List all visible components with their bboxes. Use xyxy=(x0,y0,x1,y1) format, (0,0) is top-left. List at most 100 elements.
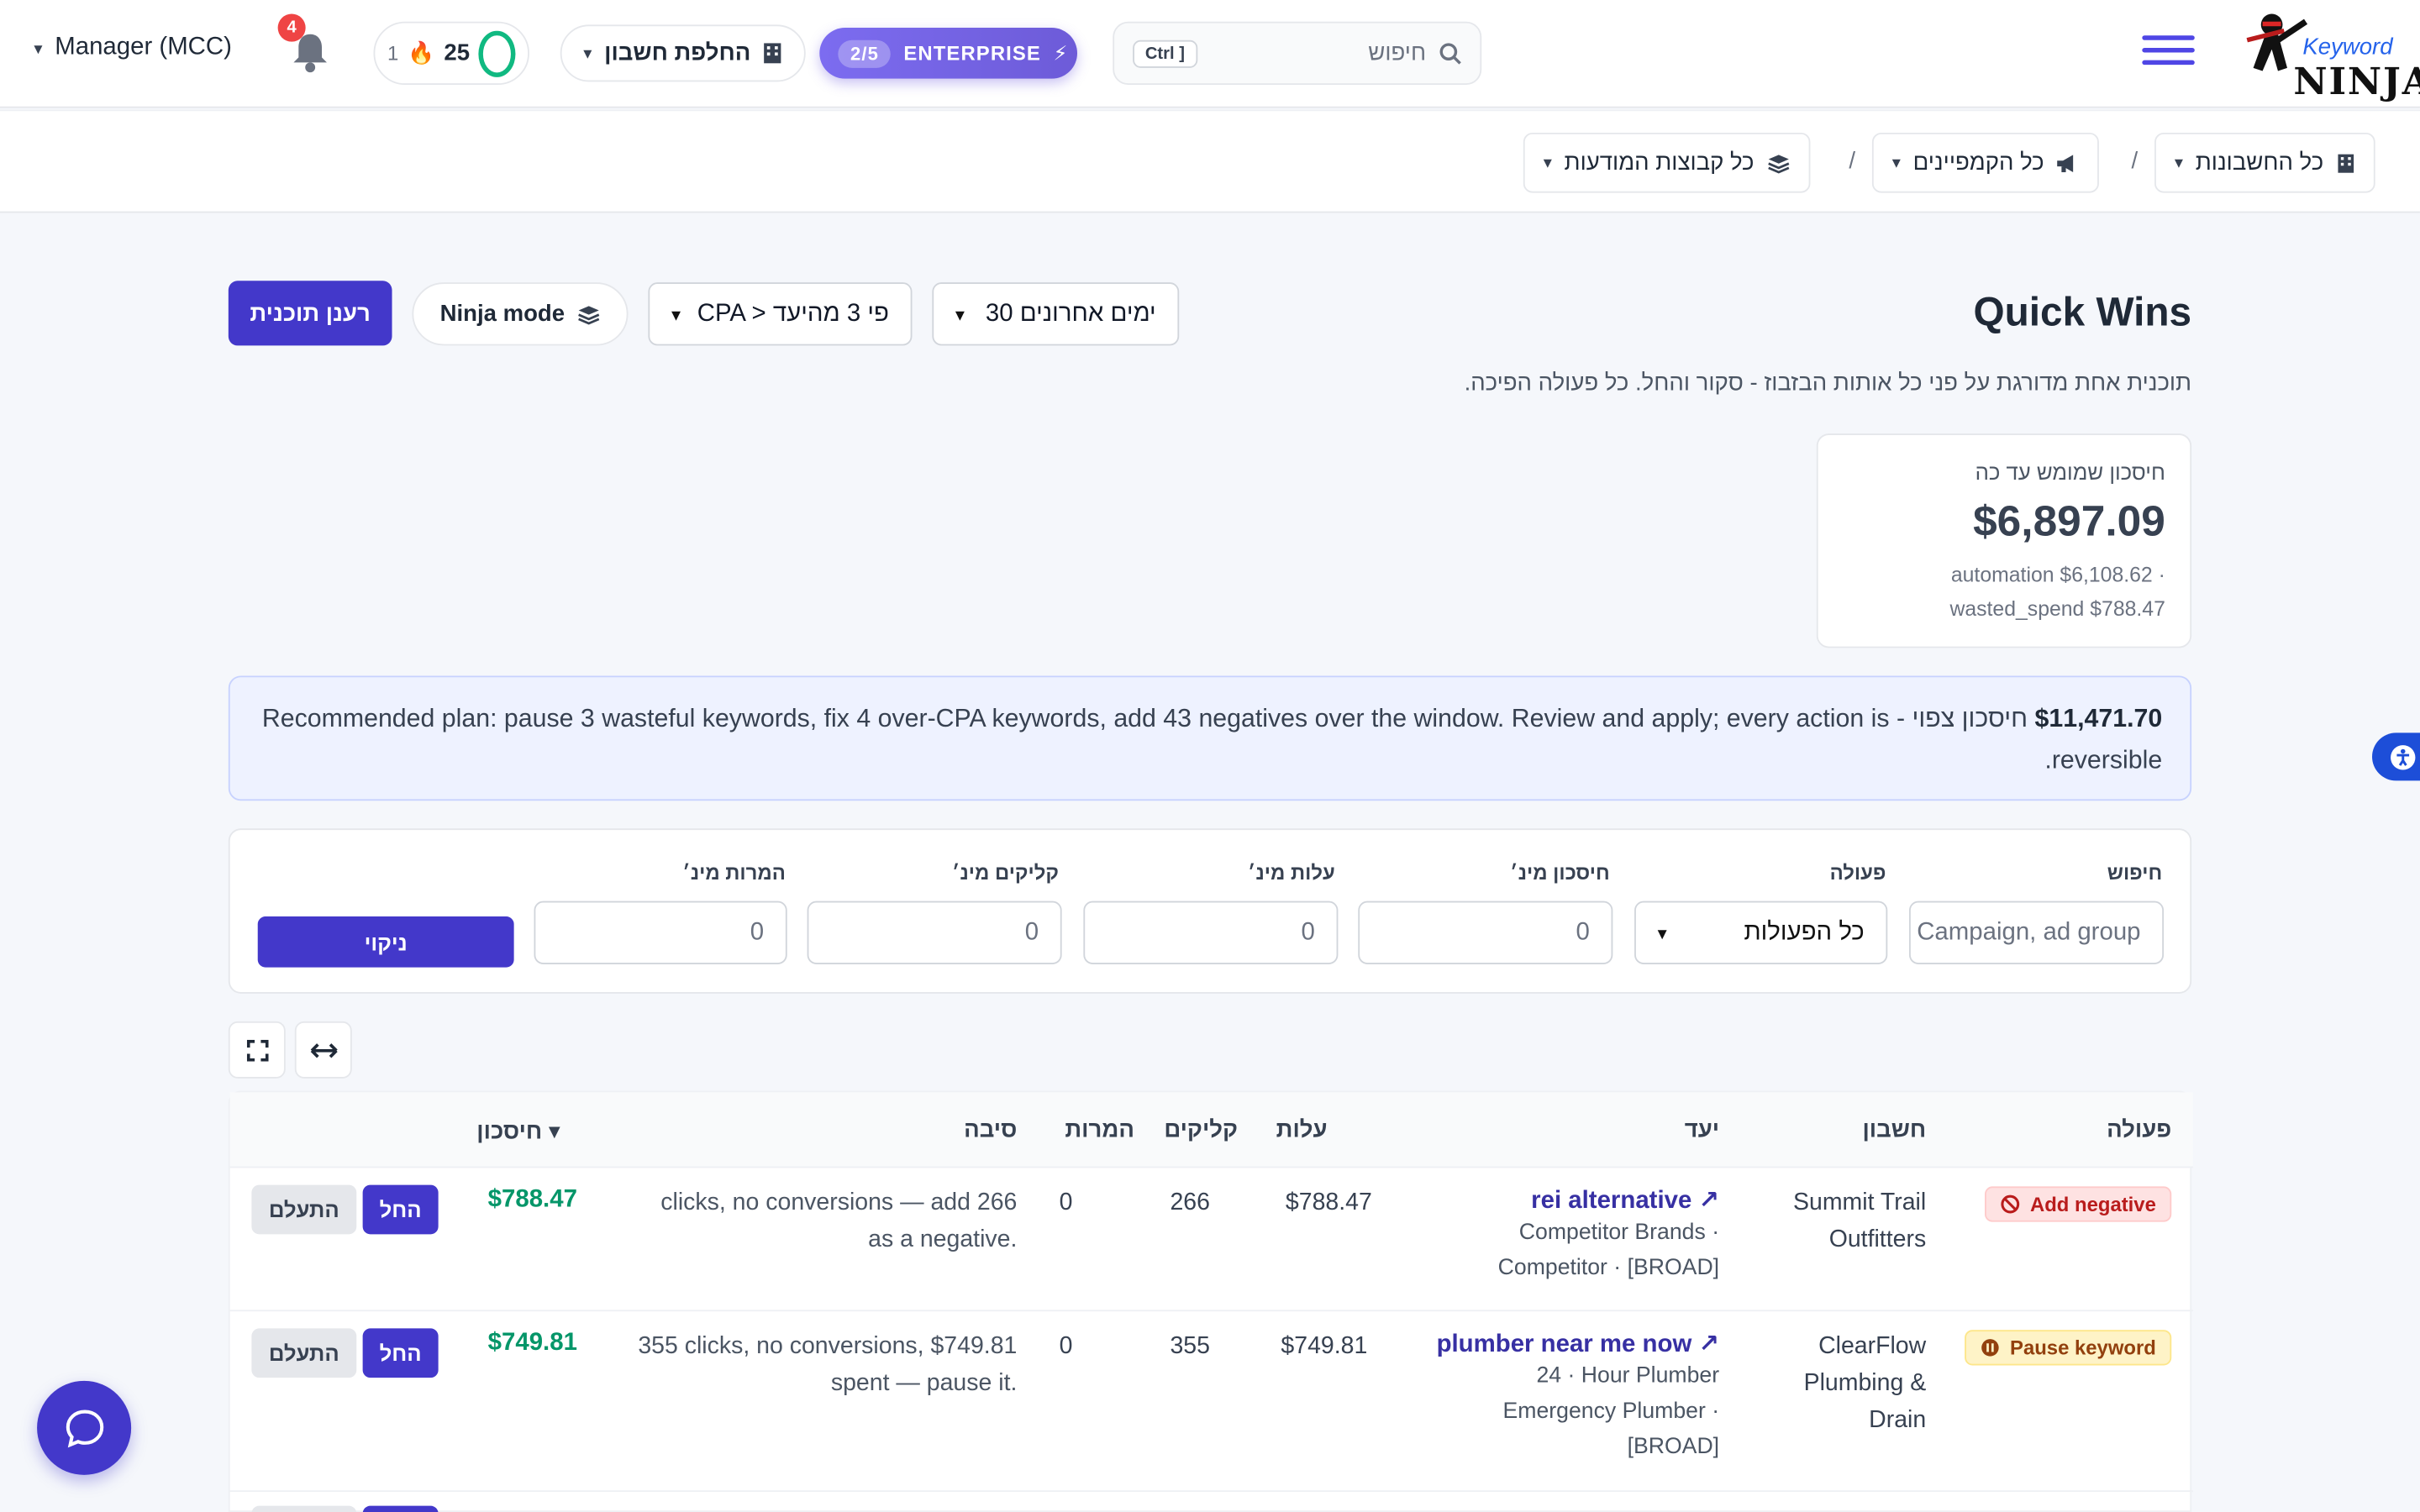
lightning-icon: ⚡ xyxy=(1053,40,1069,65)
keyword-ninja-logo[interactable]: Keyword NINJA xyxy=(2238,6,2420,103)
breadcrumb-campaigns[interactable]: ▾ כל הקמפיינים xyxy=(1871,132,2100,193)
chevron-down-icon: ▾ xyxy=(671,302,681,325)
filter-min-cost-value: 0 xyxy=(1301,918,1315,945)
logo-brand: NINJA xyxy=(2293,58,2420,104)
keyword-link[interactable]: plumber near me now ↗ xyxy=(1349,1328,1720,1359)
col-reason[interactable]: סיבה xyxy=(964,1117,1017,1143)
target-line: Competitor · [BROAD] xyxy=(1497,1256,1720,1281)
breadcrumb-separator: / xyxy=(2131,148,2139,175)
chevron-down-icon: ▾ xyxy=(1657,921,1667,944)
account-line: Outfitters xyxy=(1828,1226,1927,1253)
logo-word: Keyword xyxy=(2302,34,2393,60)
score-widget[interactable]: 1 🔥 25 xyxy=(373,21,529,86)
col-account[interactable]: חשבון xyxy=(1862,1117,1926,1143)
cost-cell: $749.81 xyxy=(1281,1332,1368,1360)
page-subtitle: תוכנית אחת מדורגת על פני כל אותות הבזבוז… xyxy=(1464,370,2192,397)
breadcrumb-adgroups[interactable]: ▾ כל קבוצות המודעות xyxy=(1523,132,1810,193)
date-range-value: 30 ימים אחרונים xyxy=(985,300,1156,327)
plan-text: Recommended plan: pause 3 wasteful keywo… xyxy=(261,705,2163,775)
col-savings[interactable]: חיסכון ▾ xyxy=(476,1117,560,1145)
apply-button-partial[interactable] xyxy=(362,1505,439,1512)
hamburger-menu-icon[interactable] xyxy=(2142,28,2195,77)
switch-account-button[interactable]: ▾ החלפת חשבון xyxy=(560,24,807,82)
filter-min-cost-input[interactable]: 0 xyxy=(1083,900,1339,964)
col-conversions[interactable]: המרות xyxy=(1065,1117,1134,1143)
filter-search-input[interactable]: Campaign, ad group xyxy=(1908,900,2165,964)
breadcrumb: ▾ כל החשבונות / ▾ כל הקמפיינים / ▾ כל קב… xyxy=(0,109,2420,213)
manager-dropdown[interactable]: ▾ Manager (MCC) xyxy=(34,34,231,61)
search-icon xyxy=(1439,43,1461,65)
col-cost[interactable]: עלות xyxy=(1276,1117,1328,1143)
ignore-button[interactable]: התעלם xyxy=(251,1184,357,1235)
breadcrumb-accounts[interactable]: ▾ כל החשבונות xyxy=(2154,132,2375,193)
chevron-down-icon: ▾ xyxy=(1891,154,1901,173)
accessibility-button[interactable] xyxy=(2372,732,2420,781)
apply-button[interactable]: החל xyxy=(362,1328,439,1378)
accessibility-icon xyxy=(2391,744,2416,769)
realized-savings-total: $6,897.09 xyxy=(1973,496,2165,545)
chevron-down-icon: ▾ xyxy=(1543,154,1552,173)
progress-ring xyxy=(479,29,516,76)
cpa-threshold-select[interactable]: ▾ CPA > פי 3 מהיעד xyxy=(648,282,913,346)
expand-width-button[interactable] xyxy=(294,1021,352,1079)
ignore-button[interactable]: התעלם xyxy=(251,1328,357,1378)
filter-search-label: חיפוש xyxy=(2107,860,2163,885)
plan-amount-label: חיסכון צפוי - xyxy=(1896,705,2028,733)
filter-min-cost-label: עלות מינ׳ xyxy=(1247,860,1335,885)
switch-account-label: החלפת חשבון xyxy=(604,39,751,66)
filter-action-select[interactable]: ▾ כל הפעולות xyxy=(1634,900,1888,964)
ninja-mode-label: Ninja mode xyxy=(439,301,566,328)
col-clicks[interactable]: קליקים xyxy=(1164,1117,1238,1143)
filter-min-savings-value: 0 xyxy=(1576,918,1590,945)
table-row: Pause keyword ClearFlow Plumbing & Drain… xyxy=(229,1311,2193,1493)
col-target[interactable]: יעד xyxy=(1685,1117,1719,1143)
apply-button[interactable]: החל xyxy=(362,1184,439,1235)
enterprise-badge[interactable]: 2/5 ENTERPRISE ⚡ xyxy=(819,28,1078,79)
realized-savings-label: חיסכון שמומש עד כה xyxy=(1975,459,2165,485)
account-line: Drain xyxy=(1869,1407,1927,1434)
account-line: Plumbing & xyxy=(1803,1369,1927,1397)
target-cell: plumber near me now ↗ 24 · Hour Plumber … xyxy=(1349,1328,1720,1465)
ninja-mode-toggle[interactable]: Ninja mode xyxy=(412,282,629,346)
date-range-select[interactable]: ▾ 30 ימים אחרונים xyxy=(932,282,1180,346)
automation-savings: automation $6,108.62 · xyxy=(1950,563,2165,586)
table-row: Add negative Summit Trail Outfitters rei… xyxy=(229,1168,2193,1312)
account-cell: Summit Trail Outfitters xyxy=(1741,1185,1926,1259)
building-icon xyxy=(2337,153,2354,172)
ignore-button-partial[interactable] xyxy=(251,1505,357,1512)
table-header: פעולה חשבון יעד עלות קליקים המרות סיבה ח… xyxy=(229,1092,2193,1168)
conversions-cell: 0 xyxy=(1059,1332,1073,1360)
global-search[interactable]: Ctrl ] חיפוש xyxy=(1113,21,1482,86)
filter-action-label: פעולה xyxy=(1829,860,1886,885)
keyword-link[interactable]: rei alternative ↗ xyxy=(1349,1185,1719,1216)
search-placeholder: חיפוש xyxy=(1368,39,1427,66)
chat-button[interactable] xyxy=(37,1380,132,1475)
score-small: 1 xyxy=(387,41,399,66)
filter-min-clicks-input[interactable]: 0 xyxy=(807,900,1062,964)
wasted-spend-savings: wasted_spend $788.47 xyxy=(1949,596,2165,621)
savings-cell: $749.81 xyxy=(487,1330,577,1357)
clear-filters-button[interactable]: ניקוי xyxy=(257,916,514,968)
savings-cell: $788.47 xyxy=(487,1186,577,1213)
quick-wins-table: פעולה חשבון יעד עלות קליקים המרות סיבה ח… xyxy=(228,1090,2193,1512)
fullscreen-button[interactable] xyxy=(228,1021,286,1079)
filter-action-value: כל הפעולות xyxy=(1744,918,1865,945)
chevron-down-icon: ▾ xyxy=(2174,154,2184,173)
breadcrumb-accounts-label: כל החשבונות xyxy=(2195,150,2324,176)
filter-min-savings-input[interactable]: 0 xyxy=(1358,900,1613,964)
col-action[interactable]: פעולה xyxy=(2107,1117,2171,1143)
flame-icon: 🔥 xyxy=(408,39,435,66)
filters-panel: חיפוש Campaign, ad group פעולה ▾ כל הפעו… xyxy=(228,828,2192,994)
filter-min-conversions-input[interactable]: 0 xyxy=(534,900,787,964)
account-line: Summit Trail xyxy=(1793,1189,1927,1216)
enterprise-fraction: 2/5 xyxy=(838,39,892,67)
score-value: 25 xyxy=(444,39,471,66)
target-line: Emergency Plumber · xyxy=(1502,1399,1720,1425)
arrows-horizontal-icon xyxy=(309,1042,337,1058)
refresh-plan-button[interactable]: רענן תוכנית xyxy=(228,281,392,346)
shortcut-hint: Ctrl ] xyxy=(1133,39,1197,67)
plan-amount: $11,471.70 xyxy=(2034,705,2163,733)
filter-min-conversions-value: 0 xyxy=(750,918,765,945)
manager-label: Manager (MCC) xyxy=(55,34,232,60)
fullscreen-icon xyxy=(245,1039,268,1061)
